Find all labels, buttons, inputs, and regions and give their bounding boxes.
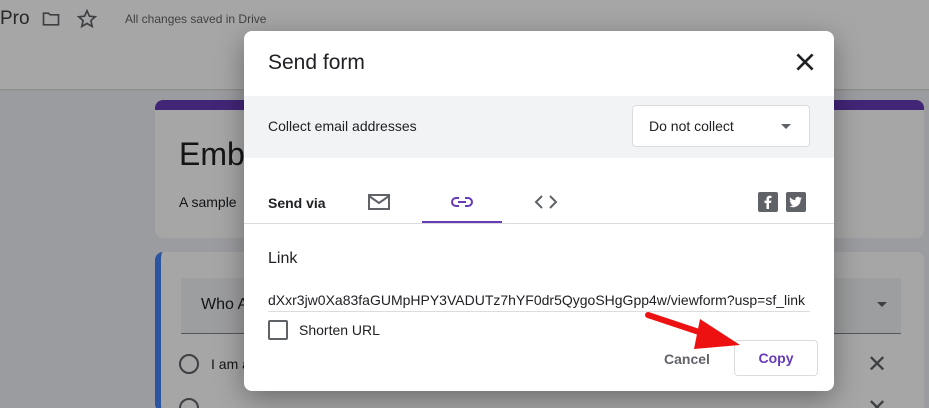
mail-icon: [368, 194, 390, 210]
collect-email-select[interactable]: Do not collect: [632, 105, 810, 147]
tab-embed[interactable]: [506, 182, 586, 224]
tab-link[interactable]: [422, 182, 502, 224]
collect-email-row: Collect email addresses Do not collect: [244, 96, 834, 158]
link-icon: [451, 197, 473, 207]
tab-divider: [244, 223, 834, 224]
tab-email[interactable]: [339, 182, 419, 224]
arrow-annotation-icon: [645, 312, 740, 349]
collect-email-label: Collect email addresses: [268, 118, 417, 134]
facebook-icon[interactable]: [758, 192, 778, 212]
dialog-title: Send form: [268, 51, 365, 74]
close-icon[interactable]: [792, 49, 818, 75]
chevron-down-icon: [781, 124, 791, 129]
shorten-url-checkbox[interactable]: [268, 320, 288, 340]
twitter-icon[interactable]: [786, 192, 806, 212]
code-icon: [534, 195, 558, 209]
collect-email-value: Do not collect: [649, 118, 734, 134]
send-via-label: Send via: [268, 195, 326, 211]
link-heading: Link: [268, 250, 298, 267]
shorten-url-label[interactable]: Shorten URL: [299, 322, 380, 338]
